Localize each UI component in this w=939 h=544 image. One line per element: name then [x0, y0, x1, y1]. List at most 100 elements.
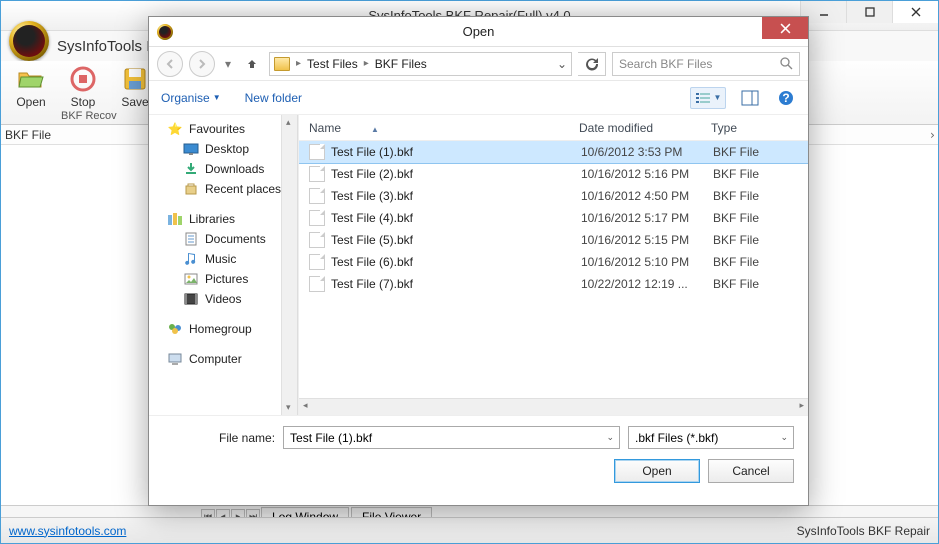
filename-label: File name:: [219, 431, 275, 445]
dialog-body: ⭐Favourites Desktop Downloads Recent pla…: [149, 115, 808, 415]
chevron-down-icon: ⌄: [606, 432, 614, 443]
address-bar[interactable]: ▸ Test Files ▸ BKF Files ⌄: [269, 52, 572, 76]
organise-menu[interactable]: Organise ▼: [161, 91, 221, 105]
sidebar-homegroup-header[interactable]: Homegroup: [149, 319, 298, 339]
search-placeholder: Search BKF Files: [619, 57, 712, 71]
sort-asc-icon: ▲: [371, 125, 379, 134]
dialog-title: Open: [463, 24, 495, 39]
sidebar-item-music[interactable]: Music: [149, 249, 298, 269]
file-type: BKF File: [713, 211, 803, 225]
computer-icon: [167, 351, 183, 367]
column-date[interactable]: Date modified: [579, 121, 711, 135]
filename-input[interactable]: Test File (1).bkf⌄: [283, 426, 620, 449]
file-list: Name▲ Date modified Type Test File (1).b…: [299, 115, 808, 415]
column-name[interactable]: Name▲: [309, 121, 579, 135]
file-name: Test File (1).bkf: [331, 145, 581, 159]
filter-select[interactable]: .bkf Files (*.bkf)⌄: [628, 426, 794, 449]
videos-icon: [183, 291, 199, 307]
sidebar-computer-header[interactable]: Computer: [149, 349, 298, 369]
pictures-icon: [183, 271, 199, 287]
sidebar-favourites-header[interactable]: ⭐Favourites: [149, 119, 298, 139]
dialog-nav-row: ▾ ▸ Test Files ▸ BKF Files ⌄ Search BKF …: [149, 47, 808, 81]
file-row[interactable]: Test File (7).bkf 10/22/2012 12:19 ... B…: [299, 273, 808, 295]
ribbon-open-button[interactable]: Open: [11, 65, 51, 124]
sidebar-item-videos[interactable]: Videos: [149, 289, 298, 309]
dialog-app-icon: [157, 24, 173, 40]
column-type[interactable]: Type: [711, 121, 801, 135]
file-icon: [309, 276, 325, 292]
status-link[interactable]: www.sysinfotools.com: [9, 524, 126, 538]
file-row[interactable]: Test File (4).bkf 10/16/2012 5:17 PM BKF…: [299, 207, 808, 229]
preview-pane-button[interactable]: [738, 87, 762, 109]
star-icon: ⭐: [167, 121, 183, 137]
horizontal-scrollbar[interactable]: [299, 398, 808, 415]
folder-open-icon: [17, 65, 45, 93]
nav-history-dropdown[interactable]: ▾: [221, 57, 235, 71]
breadcrumb-2[interactable]: BKF Files: [375, 57, 427, 71]
view-mode-button[interactable]: ▼: [690, 87, 726, 109]
panel-title: BKF File: [5, 128, 51, 142]
file-row[interactable]: Test File (3).bkf 10/16/2012 4:50 PM BKF…: [299, 185, 808, 207]
file-name: Test File (4).bkf: [331, 211, 581, 225]
address-dropdown-icon[interactable]: ⌄: [557, 57, 567, 71]
file-type: BKF File: [713, 233, 803, 247]
folder-icon: [274, 57, 290, 71]
save-icon: [121, 65, 149, 93]
nav-up-button[interactable]: [241, 53, 263, 75]
maximize-button[interactable]: [846, 1, 892, 23]
documents-icon: [183, 231, 199, 247]
search-input[interactable]: Search BKF Files: [612, 52, 800, 76]
file-name: Test File (5).bkf: [331, 233, 581, 247]
sidebar-scrollbar[interactable]: [281, 115, 298, 415]
ribbon-open-label: Open: [16, 95, 45, 109]
sidebar: ⭐Favourites Desktop Downloads Recent pla…: [149, 115, 299, 415]
file-rows: Test File (1).bkf 10/6/2012 3:53 PM BKF …: [299, 141, 808, 398]
file-date: 10/16/2012 5:16 PM: [581, 167, 713, 181]
breadcrumb-sep-icon: ▸: [364, 58, 369, 69]
sidebar-item-desktop[interactable]: Desktop: [149, 139, 298, 159]
sidebar-item-recent[interactable]: Recent places: [149, 179, 298, 199]
breadcrumb-sep-icon: ▸: [296, 58, 301, 69]
help-button[interactable]: ?: [774, 87, 798, 109]
homegroup-icon: [167, 321, 183, 337]
chevron-down-icon: ⌄: [780, 432, 788, 443]
desktop-icon: [183, 141, 199, 157]
file-date: 10/16/2012 4:50 PM: [581, 189, 713, 203]
music-icon: [183, 251, 199, 267]
file-date: 10/16/2012 5:10 PM: [581, 255, 713, 269]
sidebar-item-downloads[interactable]: Downloads: [149, 159, 298, 179]
file-icon: [309, 188, 325, 204]
sidebar-item-pictures[interactable]: Pictures: [149, 269, 298, 289]
file-icon: [309, 254, 325, 270]
cancel-button[interactable]: Cancel: [708, 459, 794, 483]
file-row[interactable]: Test File (5).bkf 10/16/2012 5:15 PM BKF…: [299, 229, 808, 251]
panel-scroll-right-icon[interactable]: ›: [929, 128, 936, 142]
file-row[interactable]: Test File (2).bkf 10/16/2012 5:16 PM BKF…: [299, 163, 808, 185]
file-row[interactable]: Test File (1).bkf 10/6/2012 3:53 PM BKF …: [299, 141, 808, 163]
open-dialog: Open ▾ ▸ Test Files ▸ BKF Files ⌄ Search…: [148, 16, 809, 506]
sidebar-libraries-header[interactable]: Libraries: [149, 209, 298, 229]
file-type: BKF File: [713, 145, 803, 159]
file-name: Test File (6).bkf: [331, 255, 581, 269]
ribbon-stop-label: Stop: [71, 95, 96, 109]
ribbon-group-label: BKF Recov: [61, 110, 117, 122]
dialog-close-button[interactable]: [762, 17, 808, 39]
new-folder-button[interactable]: New folder: [245, 91, 302, 105]
sidebar-item-documents[interactable]: Documents: [149, 229, 298, 249]
nav-back-button[interactable]: [157, 51, 183, 77]
libraries-icon: [167, 211, 183, 227]
breadcrumb-1[interactable]: Test Files: [307, 57, 358, 71]
file-type: BKF File: [713, 189, 803, 203]
column-headers: Name▲ Date modified Type: [299, 115, 808, 141]
ribbon-save-label: Save: [121, 95, 148, 109]
refresh-button[interactable]: [578, 52, 606, 76]
file-type: BKF File: [713, 277, 803, 291]
close-button[interactable]: [892, 1, 938, 23]
stop-icon: [69, 65, 97, 93]
file-date: 10/22/2012 12:19 ...: [581, 277, 713, 291]
nav-forward-button[interactable]: [189, 51, 215, 77]
open-button[interactable]: Open▼: [614, 459, 700, 483]
downloads-icon: [183, 161, 199, 177]
file-row[interactable]: Test File (6).bkf 10/16/2012 5:10 PM BKF…: [299, 251, 808, 273]
status-right-text: SysInfoTools BKF Repair: [797, 524, 930, 538]
